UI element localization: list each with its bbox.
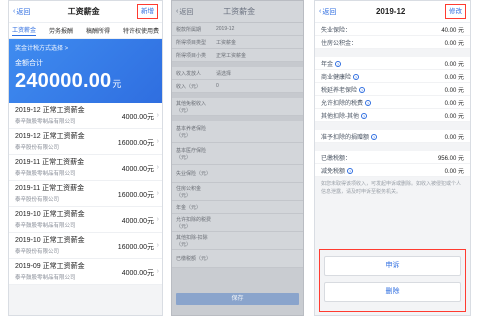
form-row[interactable]: 其他免税收入（元） xyxy=(172,98,303,116)
tab-franchise[interactable]: 特许权使用费 xyxy=(123,26,159,35)
page-title: 工资薪金 xyxy=(223,7,256,16)
list-item[interactable]: 2019-11 正常工资薪金 泰辛股份有限公司 16000.00元 › xyxy=(9,181,162,207)
chevron-left-icon: ‹ xyxy=(13,8,16,15)
page-title: 2019-12 xyxy=(375,7,406,16)
save-button[interactable]: 保存 xyxy=(176,293,299,305)
chevron-right-icon: › xyxy=(156,138,159,145)
divider xyxy=(315,143,470,151)
chevron-left-icon: ‹ xyxy=(319,8,322,15)
chevron-right-icon: › xyxy=(156,268,159,275)
form-row[interactable]: 允许扣除的税费（元） xyxy=(172,214,303,232)
detail-row: 已缴税额： 956.00 元 xyxy=(315,151,470,164)
add-button[interactable]: 新增 xyxy=(137,4,158,19)
nav-bar: ‹ 返回 工资薪金 新增 xyxy=(9,1,162,23)
deduction-list: 年金? 0.00 元 商业健康险? 0.00 元 税延养老保险? 0.00 元 允许扣… xyxy=(315,57,470,122)
detail-row: 住房公积金： 0.00 元 xyxy=(315,36,470,49)
help-icon[interactable]: ? xyxy=(353,73,360,80)
detail-row: 准予扣除的捐赠额? 0.00 元 xyxy=(315,130,470,143)
detail-row: 税延养老保险? 0.00 元 xyxy=(315,83,470,96)
form-row[interactable]: 所得项目小类 正常工资薪金 xyxy=(172,49,303,62)
income-list: 2019-12 正常工资薪金 泰辛鼓股零制品有限公司 4000.00元 › 2019-… xyxy=(9,103,162,285)
help-icon[interactable]: ? xyxy=(361,112,367,119)
detail-list: 失业保险： 40.00 元 住房公积金： 0.00 元 xyxy=(315,23,470,49)
list-item[interactable]: 2019-10 正常工资薪金 泰辛鼓股零制品有限公司 4000.00元 › xyxy=(9,207,162,233)
divider xyxy=(315,122,470,130)
help-icon[interactable]: ? xyxy=(359,86,366,93)
back-link[interactable]: ‹ 返回 xyxy=(319,7,336,17)
form-row[interactable]: 已缴税额（元） xyxy=(172,250,303,268)
detail-row: 其他扣除-其他? 0.00 元 xyxy=(315,109,470,122)
list-item[interactable]: 2019-11 正常工资薪金 泰辛鼓股零制品有限公司 4000.00元 › xyxy=(9,155,162,181)
form-row[interactable]: 税款所属期 2019-12 xyxy=(172,23,303,36)
appeal-button[interactable]: 申诉 xyxy=(324,256,461,276)
tax-list: 已缴税额： 956.00 元 减免税额? 0.00 元 xyxy=(315,151,470,177)
form-row[interactable]: 所得项目类型 工资薪金 xyxy=(172,36,303,49)
form-row[interactable]: 基本医疗保险（元） xyxy=(172,143,303,165)
nav-bar: ‹ 返回 工资薪金 xyxy=(172,1,303,23)
total-label: 金额合计 xyxy=(15,60,43,67)
form-row[interactable]: 年金（元） xyxy=(172,201,303,214)
chevron-right-icon: › xyxy=(156,164,159,171)
add-income-form-screen: ‹ 返回 工资薪金 税款所属期 2019-12 所得项目类型 工资薪金 所得项目小类正… xyxy=(171,0,304,316)
list-item[interactable]: 2019-10 正常工资薪金 泰辛股份有限公司 16000.00元 › xyxy=(9,233,162,259)
nav-bar: ‹ 返回 2019-12 修改 xyxy=(315,1,470,23)
income-list-screen: ‹ 返回 工资薪金 新增 工资薪金 劳务报酬 稿酬所得 特许权使用费 奖金计税方式… xyxy=(8,0,163,316)
tab-royalty[interactable]: 稿酬所得 xyxy=(86,26,110,35)
appeal-note: 如您未取得该项收入，可发起申诉或删除。如收入被侵犯或个人信息泄露，请及时申诉至税… xyxy=(321,181,462,195)
detail-row: 商业健康险? 0.00 元 xyxy=(315,70,470,83)
income-tabs: 工资薪金 劳务报酬 稿酬所得 特许权使用费 xyxy=(9,23,162,39)
form-row[interactable]: 基本养老保险（元） xyxy=(172,121,303,143)
chevron-right-icon: › xyxy=(156,216,159,223)
detail-row: 减免税额? 0.00 元 xyxy=(315,164,470,177)
form-row[interactable]: 收入（元） 0 xyxy=(172,80,303,93)
list-item[interactable]: 2019-09 正常工资薪金 泰辛鼓股零制品有限公司 4000.00元 › xyxy=(9,259,162,285)
detail-row: 允许扣除的税费? 0.00 元 xyxy=(315,96,470,109)
income-form: 税款所属期 2019-12 所得项目类型 工资薪金 所得项目小类 正常工资薪金 收入发… xyxy=(172,23,303,268)
tab-labor[interactable]: 劳务报酬 xyxy=(49,26,73,35)
back-link[interactable]: ‹ 返回 xyxy=(176,7,193,17)
total-banner: 奖金计税方式选择 > 金额合计 240000.00元 xyxy=(9,39,162,103)
edit-button[interactable]: 修改 xyxy=(444,4,466,19)
help-icon[interactable]: ? xyxy=(347,167,354,174)
chevron-right-icon: › xyxy=(156,112,159,119)
help-icon[interactable]: ? xyxy=(371,133,378,140)
list-item[interactable]: 2019-12 正常工资薪金 泰辛股份有限公司 16000.00元 › xyxy=(9,129,162,155)
chevron-right-icon: › xyxy=(156,242,159,249)
income-detail-screen: ‹ 返回 2019-12 修改 失业保险： 40.00 元 住房公积金： 0.00 元… xyxy=(314,0,471,316)
detail-row: 年金? 0.00 元 xyxy=(315,57,470,70)
form-row[interactable]: 住房公积金（元） xyxy=(172,183,303,201)
donation-list: 准予扣除的捐赠额? 0.00 元 xyxy=(315,130,470,143)
action-group: 申诉 删除 xyxy=(319,249,466,312)
back-link[interactable]: ‹ 返回 xyxy=(13,7,30,17)
bonus-tax-method-link[interactable]: 奖金计税方式选择 > xyxy=(15,43,156,52)
list-item[interactable]: 2019-12 正常工资薪金 泰辛鼓股零制品有限公司 4000.00元 › xyxy=(9,103,162,129)
total-amount: 240000.00元 xyxy=(15,70,122,92)
form-row[interactable]: 失业保险（元） xyxy=(172,165,303,183)
detail-row: 失业保险： 40.00 元 xyxy=(315,23,470,36)
tab-salary[interactable]: 工资薪金 xyxy=(12,25,37,36)
form-row[interactable]: 其他扣除-扣除（元） xyxy=(172,232,303,250)
chevron-left-icon: ‹ xyxy=(176,8,179,15)
chevron-right-icon: › xyxy=(156,190,159,197)
help-icon[interactable]: ? xyxy=(335,60,342,67)
help-icon[interactable]: ? xyxy=(365,99,372,106)
form-row[interactable]: 收入发放人 请选择 xyxy=(172,67,303,80)
divider xyxy=(315,49,470,57)
page-title: 工资薪金 xyxy=(67,7,100,16)
delete-button[interactable]: 删除 xyxy=(324,282,461,302)
